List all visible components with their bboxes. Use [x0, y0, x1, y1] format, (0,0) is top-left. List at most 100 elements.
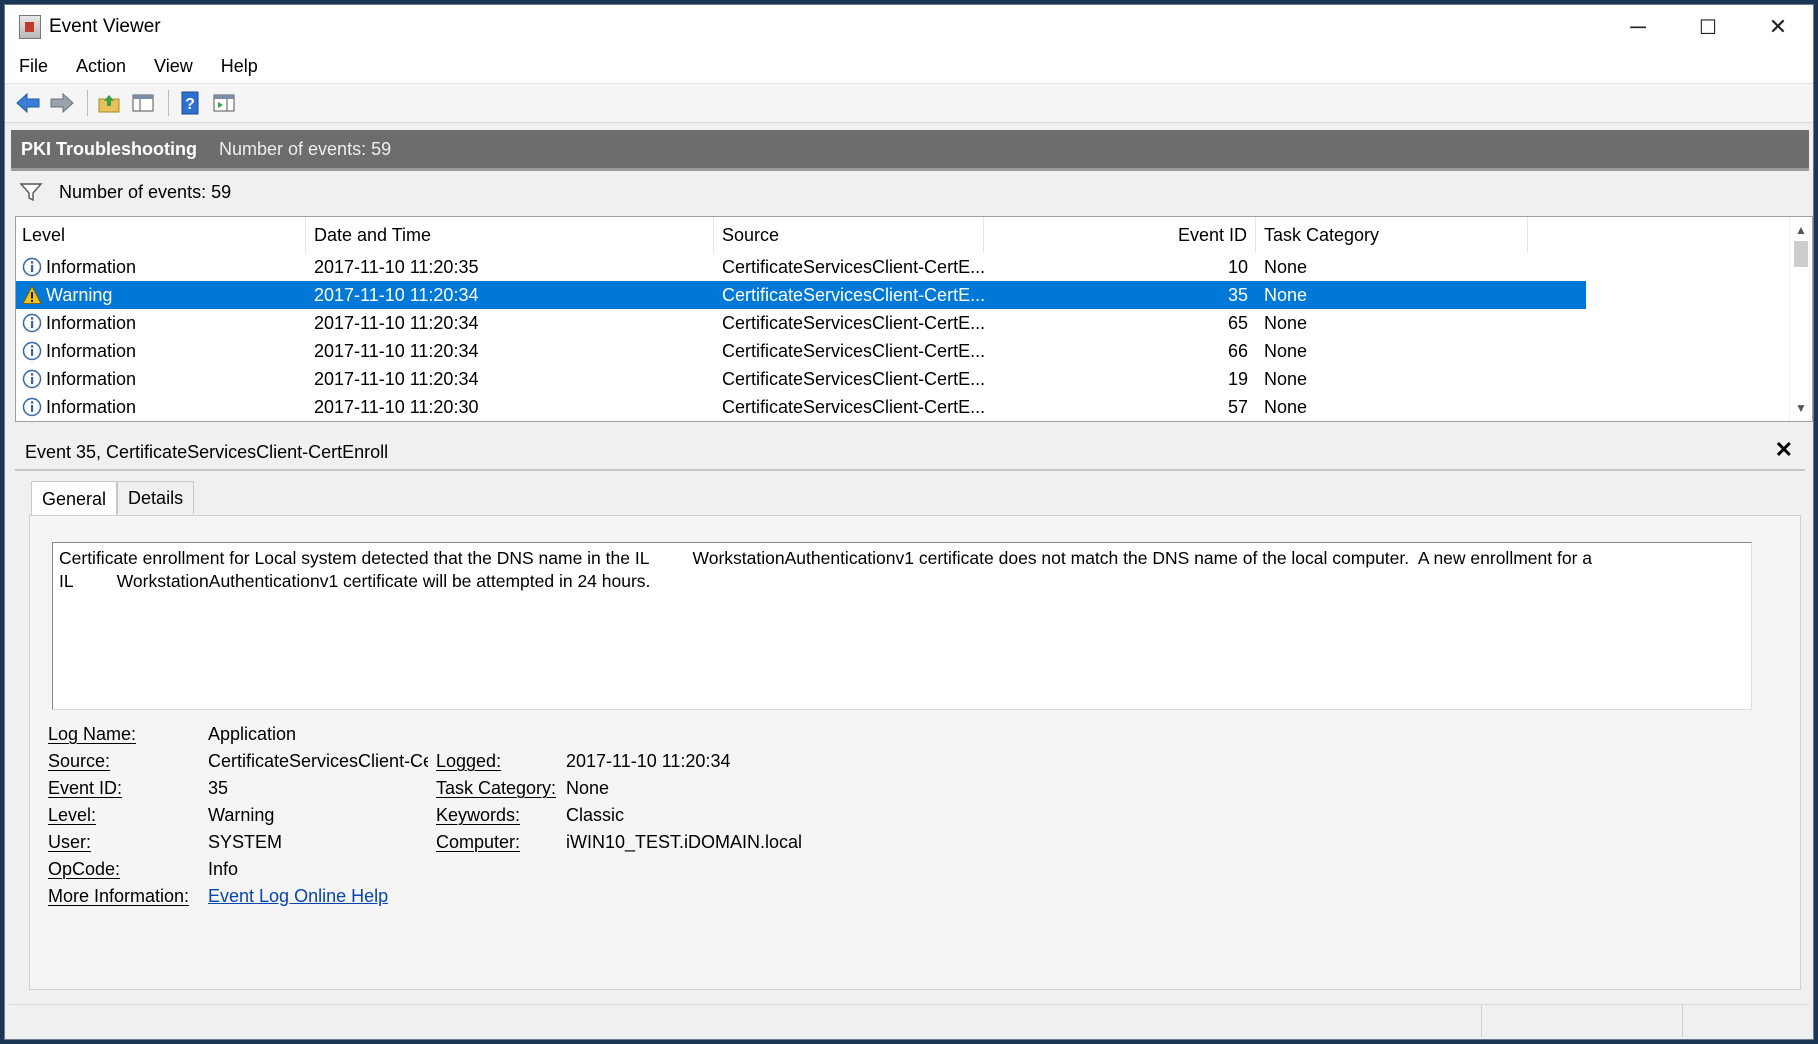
row-level: Information: [46, 368, 137, 389]
status-segment: [9, 1005, 1482, 1037]
row-category: None: [1264, 284, 1308, 305]
column-header-date-time[interactable]: Date and Time: [306, 217, 714, 253]
event-description[interactable]: Certificate enrollment for Local system …: [52, 542, 1752, 710]
row-date: 2017-11-10 11:20:34: [314, 312, 479, 333]
row-source: CertificateServicesClient-CertE...: [722, 396, 984, 417]
row-category: None: [1264, 396, 1308, 417]
table-row[interactable]: Information 2017-11-10 11:20:34 Certific…: [16, 309, 1586, 337]
status-segment: [1683, 1005, 1803, 1037]
close-detail-icon[interactable]: ✕: [1775, 437, 1793, 463]
status-segment: [1482, 1005, 1683, 1037]
row-event-id: 35: [1227, 284, 1248, 305]
tab-details[interactable]: Details: [117, 481, 195, 514]
keywords-value: Classic: [566, 804, 625, 825]
menu-bar: File Action View Help: [5, 49, 1813, 84]
row-event-id: 66: [1227, 340, 1248, 361]
row-event-id: 10: [1227, 256, 1248, 277]
column-header-source[interactable]: Source: [714, 217, 984, 253]
event-detail-header: Event 35, CertificateServicesClient-Cert…: [15, 435, 1805, 471]
row-date: 2017-11-10 11:20:34: [314, 368, 479, 389]
computer-label: Computer:: [436, 831, 521, 852]
events-grid: Level Date and Time Source Event ID Task…: [15, 216, 1813, 422]
computer-value: iWIN10_TEST.iDOMAIN.local: [566, 831, 803, 852]
opcode-label: OpCode:: [48, 858, 121, 879]
folder-up-icon: [98, 95, 120, 113]
grid-vertical-scrollbar[interactable]: ▲ ▼: [1789, 217, 1812, 421]
description-line: Certificate enrollment for Local system …: [59, 548, 1592, 568]
user-value: SYSTEM: [208, 831, 283, 852]
maximize-button[interactable]: ☐: [1673, 5, 1743, 49]
level-label: Level:: [48, 804, 97, 825]
menu-help[interactable]: Help: [207, 56, 272, 77]
back-button[interactable]: [13, 88, 43, 118]
detail-tabs: General Details: [31, 481, 195, 516]
column-header-level[interactable]: Level: [16, 217, 306, 253]
table-row[interactable]: Information 2017-11-10 11:20:35 Certific…: [16, 253, 1586, 281]
svg-text:?: ?: [185, 96, 195, 113]
column-header-event-id[interactable]: Event ID: [984, 217, 1256, 253]
minimize-button[interactable]: ─: [1603, 5, 1673, 49]
table-row[interactable]: Information 2017-11-10 11:20:34 Certific…: [16, 365, 1586, 393]
filter-event-count: Number of events: 59: [59, 181, 232, 202]
forward-button[interactable]: [47, 88, 77, 118]
row-date: 2017-11-10 11:20:30: [314, 396, 479, 417]
show-hide-tree-icon: [132, 94, 154, 112]
row-date: 2017-11-10 11:20:34: [314, 284, 479, 305]
toolbar-separator: [87, 90, 88, 116]
row-event-id: 19: [1227, 368, 1248, 389]
task-category-value: None: [566, 777, 610, 798]
scrollbar-thumb[interactable]: [1794, 241, 1808, 267]
row-category: None: [1264, 312, 1308, 333]
event-id-label: Event ID:: [48, 777, 123, 798]
filter-icon[interactable]: [19, 182, 43, 202]
row-level: Information: [46, 340, 137, 361]
show-hide-action-pane-button[interactable]: [209, 88, 239, 118]
window-title: Event Viewer: [49, 16, 161, 37]
row-date: 2017-11-10 11:20:35: [314, 256, 479, 277]
show-hide-console-tree-button[interactable]: [128, 88, 158, 118]
table-row-selected[interactable]: Warning 2017-11-10 11:20:34 CertificateS…: [16, 281, 1586, 309]
table-row[interactable]: Information 2017-11-10 11:20:34 Certific…: [16, 337, 1586, 365]
row-source: CertificateServicesClient-CertE...: [722, 284, 984, 305]
status-bar: [9, 1004, 1809, 1037]
row-category: None: [1264, 340, 1308, 361]
event-viewer-app-icon: [19, 15, 41, 39]
log-name-label: Log Name:: [48, 723, 137, 744]
tab-general[interactable]: General: [31, 481, 118, 516]
row-event-id: 57: [1227, 396, 1248, 417]
event-id-value: 35: [208, 777, 229, 798]
event-viewer-window: Event Viewer ─ ☐ ✕ File Action View Help…: [4, 4, 1814, 1040]
log-header-band: PKI Troubleshooting Number of events: 59: [11, 130, 1809, 171]
help-button[interactable]: ?: [175, 88, 205, 118]
menu-file[interactable]: File: [5, 56, 62, 77]
scroll-down-icon[interactable]: ▼: [1790, 397, 1812, 419]
row-level: Information: [46, 312, 137, 333]
up-one-level-button[interactable]: [94, 88, 124, 118]
information-icon: [22, 397, 42, 417]
level-value: Warning: [208, 804, 275, 825]
row-category: None: [1264, 368, 1308, 389]
title-bar: Event Viewer ─ ☐ ✕: [5, 5, 1813, 49]
column-header-task-category[interactable]: Task Category: [1256, 217, 1528, 253]
logged-value: 2017-11-10 11:20:34: [566, 750, 731, 771]
event-log-online-help-link[interactable]: Event Log Online Help: [208, 886, 388, 907]
table-row[interactable]: Information 2017-11-10 11:20:30 Certific…: [16, 393, 1586, 421]
log-event-count: Number of events: 59: [219, 138, 392, 159]
help-icon: ?: [181, 91, 199, 115]
menu-action[interactable]: Action: [62, 56, 140, 77]
warning-icon: [22, 285, 42, 304]
row-level: Information: [46, 396, 137, 417]
show-hide-action-pane-icon: [213, 94, 235, 112]
logged-label: Logged:: [436, 750, 502, 771]
keywords-label: Keywords:: [436, 804, 521, 825]
row-event-id: 65: [1227, 312, 1248, 333]
grid-header: Level Date and Time Source Event ID Task…: [16, 217, 1586, 253]
menu-view[interactable]: View: [140, 56, 207, 77]
information-icon: [22, 341, 42, 361]
source-value: CertificateServicesClient-Cer: [208, 750, 428, 771]
information-icon: [22, 313, 42, 333]
event-detail-title: Event 35, CertificateServicesClient-Cert…: [25, 441, 389, 462]
close-button[interactable]: ✕: [1743, 5, 1813, 49]
row-source: CertificateServicesClient-CertE...: [722, 256, 984, 277]
scroll-up-icon[interactable]: ▲: [1790, 219, 1812, 241]
